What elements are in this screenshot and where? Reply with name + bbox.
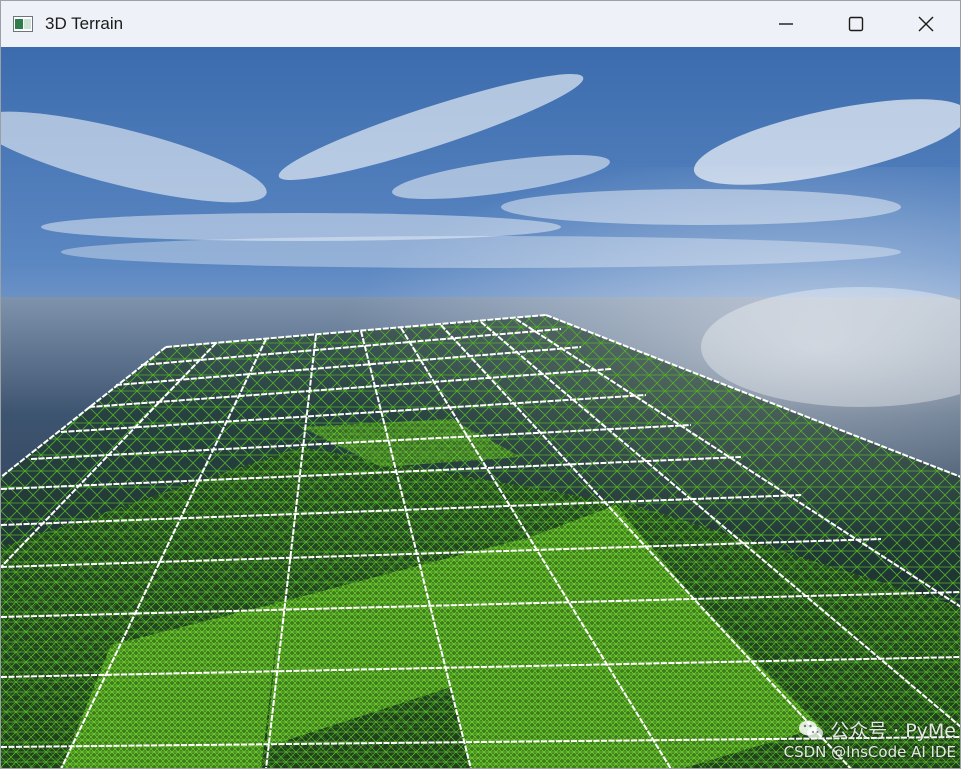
- minimize-button[interactable]: [751, 1, 821, 47]
- window-app-icon: [13, 16, 33, 32]
- watermark-source: CSDN @InsCode AI IDE: [783, 743, 956, 761]
- close-icon: [918, 16, 934, 32]
- watermark-account: 公众号 · PyMe: [830, 720, 956, 742]
- close-button[interactable]: [891, 1, 960, 47]
- terrain-scene[interactable]: [1, 47, 961, 769]
- app-window: 3D Terrain 公众号 · PyMe CSDN @InsCode AI I…: [0, 0, 961, 769]
- window-title: 3D Terrain: [45, 14, 124, 33]
- minimize-icon: [779, 23, 793, 25]
- render-viewport[interactable]: 公众号 · PyMe CSDN @InsCode AI IDE: [1, 47, 961, 769]
- wechat-icon: [799, 720, 824, 739]
- maximize-button[interactable]: [821, 1, 891, 47]
- title-bar[interactable]: 3D Terrain: [1, 1, 960, 47]
- watermark: 公众号 · PyMe CSDN @InsCode AI IDE: [784, 716, 956, 761]
- maximize-icon: [848, 16, 864, 32]
